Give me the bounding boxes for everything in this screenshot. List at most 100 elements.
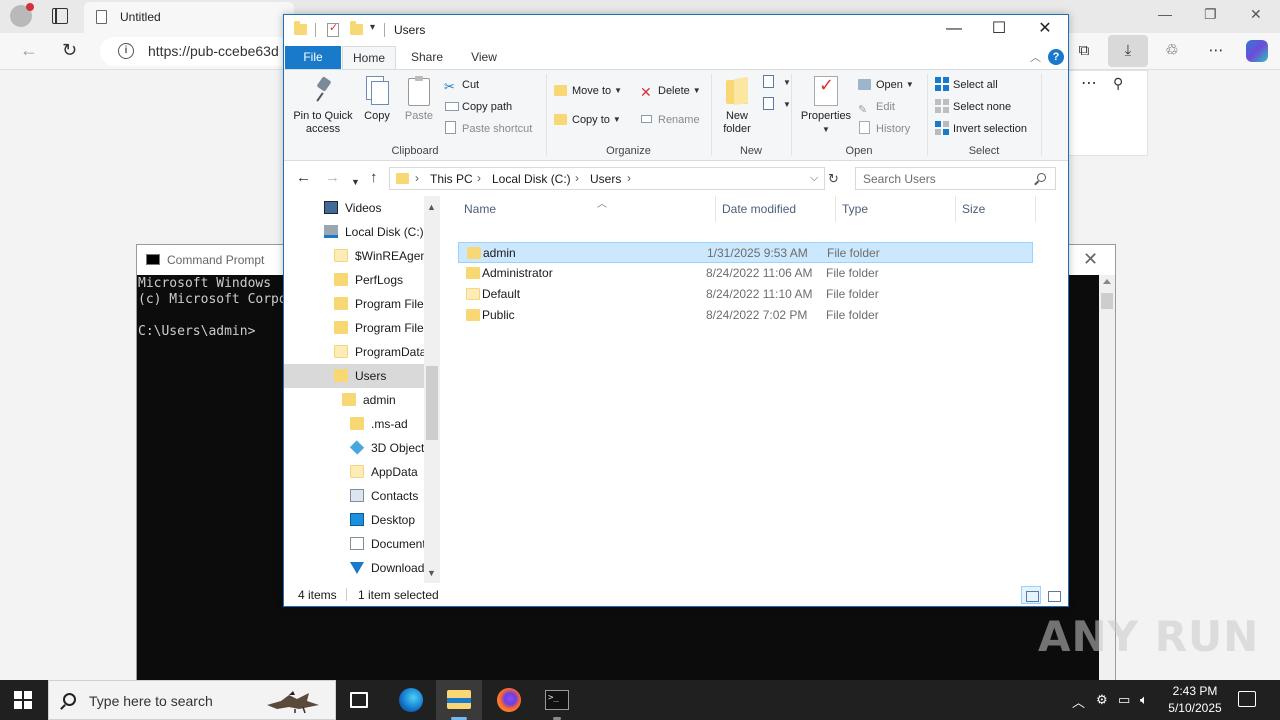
details-view-button[interactable] (1021, 586, 1041, 604)
nav-item[interactable]: admin (284, 388, 424, 412)
nav-item[interactable]: .ms-ad (284, 412, 424, 436)
scroll-up-icon[interactable] (1103, 279, 1111, 284)
browser-restore-button[interactable]: ❐ (1204, 6, 1217, 23)
scroll-down-icon[interactable]: ▼ (427, 568, 436, 578)
chevron-right-icon[interactable]: › (415, 171, 419, 185)
browser-essentials-icon[interactable]: ♲ (1162, 41, 1182, 61)
history-button[interactable]: History (858, 120, 910, 138)
show-hidden-icons-icon[interactable]: ︿ (1072, 692, 1085, 711)
search-input[interactable]: Search Users (855, 167, 1056, 190)
volume-icon[interactable]: 🔈︎ (1140, 692, 1148, 708)
scroll-up-icon[interactable]: ▲ (427, 202, 436, 212)
easy-access-button[interactable]: ▼ (762, 96, 791, 114)
pin-to-quick-access-button[interactable]: Pin to Quick access (290, 74, 356, 136)
address-breadcrumb[interactable]: › This PC › Local Disk (C:) › Users › ⌵ (389, 167, 825, 190)
tab-file[interactable]: File (285, 46, 341, 69)
select-none-button[interactable]: Select none (935, 98, 1011, 116)
close-button[interactable]: ✕ (1022, 15, 1068, 45)
firefox-taskbar-button[interactable] (486, 680, 532, 720)
copy-button[interactable]: Copy (358, 74, 396, 123)
nav-item[interactable]: ProgramData (284, 340, 424, 364)
notification-icon[interactable] (1238, 691, 1256, 707)
nav-item[interactable]: Documents (284, 532, 424, 556)
explorer-taskbar-button[interactable] (436, 680, 482, 720)
column-date-modified[interactable]: Date modified (716, 196, 836, 222)
nav-item[interactable]: PerfLogs (284, 268, 424, 292)
edit-button[interactable]: ✎ Edit (858, 98, 895, 116)
delete-button[interactable]: ✕ Delete ▼ (640, 82, 701, 100)
nav-item[interactable]: Contacts (284, 484, 424, 508)
file-row[interactable]: Default 8/24/2022 11:10 AM File folder (458, 284, 1033, 305)
search-icon[interactable] (1037, 173, 1046, 182)
panel-more-icon[interactable]: ⋯ (1081, 73, 1097, 93)
browser-tab[interactable]: Untitled (84, 2, 294, 33)
chevron-right-icon[interactable]: › (575, 171, 579, 185)
cmd-close-button[interactable]: ✕ (1083, 249, 1098, 270)
taskbar-search-box[interactable]: Type here to search (48, 680, 336, 720)
copy-to-button[interactable]: Copy to ▼ (554, 111, 621, 129)
windows-start-icon[interactable] (14, 691, 32, 709)
nav-item[interactable]: 3D Objects (284, 436, 424, 460)
nav-scrollbar[interactable]: ▲ ▼ (424, 196, 440, 583)
nav-item[interactable]: AppData (284, 460, 424, 484)
nav-item[interactable]: $WinREAgent (284, 244, 424, 268)
nav-item[interactable]: Program Files (284, 316, 424, 340)
breadcrumb-this-pc[interactable]: This PC (430, 172, 473, 186)
nav-item[interactable]: Users (284, 364, 424, 388)
breadcrumb-local-disk[interactable]: Local Disk (C:) (492, 172, 571, 186)
pin-icon[interactable]: ⚲ (1113, 75, 1123, 92)
customize-toolbar-icon[interactable]: ▾ (370, 22, 375, 33)
file-row[interactable]: Public 8/24/2022 7:02 PM File folder (458, 305, 1033, 326)
file-row[interactable]: admin 1/31/2025 9:53 AM File folder (458, 242, 1033, 263)
quick-properties-icon[interactable] (327, 21, 339, 37)
url-text[interactable]: https://pub-ccebe63d (148, 43, 279, 59)
browser-minimize-button[interactable]: — (1158, 6, 1172, 22)
select-all-button[interactable]: Select all (935, 76, 998, 94)
copy-path-button[interactable]: Copy path (444, 98, 512, 116)
info-icon[interactable]: i (118, 43, 134, 59)
nav-item[interactable]: Program Files (284, 292, 424, 316)
browser-close-button[interactable]: ✕ (1250, 6, 1262, 23)
tab-view[interactable]: View (460, 46, 508, 69)
large-icons-view-button[interactable] (1043, 586, 1063, 604)
nav-item[interactable]: Downloads (284, 556, 424, 580)
rename-button[interactable]: Rename (640, 111, 700, 129)
back-arrow-icon[interactable]: ← (296, 170, 311, 186)
copilot-icon[interactable] (1246, 40, 1268, 62)
chevron-up-icon[interactable]: ︿ (1030, 49, 1041, 65)
forward-arrow-icon[interactable]: → (325, 170, 340, 186)
paste-shortcut-button[interactable]: Paste shortcut (444, 120, 532, 138)
cmd-console-text[interactable]: Microsoft Windows (c) Microsoft Corpo C:… (138, 276, 287, 340)
chevron-right-icon[interactable]: › (477, 171, 481, 185)
file-row[interactable]: Administrator 8/24/2022 11:06 AM File fold… (458, 263, 1033, 284)
open-button[interactable]: Open ▼ (858, 76, 914, 94)
breadcrumb-users[interactable]: Users (590, 172, 621, 186)
explorer-titlebar[interactable]: ▾ Users — ☐ ✕ (284, 15, 1068, 45)
cmd-taskbar-button[interactable] (534, 680, 580, 720)
up-arrow-icon[interactable]: ↑ (370, 170, 378, 186)
help-icon[interactable]: ? (1048, 49, 1064, 65)
profile-avatar[interactable] (10, 3, 34, 27)
refresh-icon[interactable]: ↻ (62, 41, 77, 59)
tab-home[interactable]: Home (342, 46, 396, 69)
column-type[interactable]: Type (836, 196, 956, 222)
invert-selection-button[interactable]: Invert selection (935, 120, 1027, 138)
tab-actions-icon[interactable] (52, 8, 68, 24)
nav-item[interactable]: Videos (284, 196, 424, 220)
settings-more-icon[interactable]: ⋯ (1206, 41, 1226, 61)
tab-share[interactable]: Share (402, 46, 452, 69)
edge-taskbar-button[interactable] (388, 680, 434, 720)
move-to-button[interactable]: Move to ▼ (554, 82, 622, 100)
properties-button[interactable]: Properties ▼ (796, 74, 856, 136)
chevron-right-icon[interactable]: › (627, 171, 631, 185)
minimize-button[interactable]: — (931, 15, 977, 45)
scroll-thumb[interactable] (1101, 293, 1113, 309)
column-size[interactable]: Size (956, 196, 1036, 222)
address-bar[interactable]: i https://pub-ccebe63d (100, 37, 310, 66)
back-arrow-icon[interactable]: ← (20, 41, 38, 59)
new-item-button[interactable]: ▼ (762, 74, 791, 92)
split-screen-icon[interactable]: ⧉ (1074, 41, 1094, 61)
device-icon[interactable]: ⚙ (1096, 692, 1108, 708)
download-icon[interactable]: ⤓ (1118, 41, 1138, 61)
maximize-button[interactable]: ☐ (976, 15, 1022, 45)
